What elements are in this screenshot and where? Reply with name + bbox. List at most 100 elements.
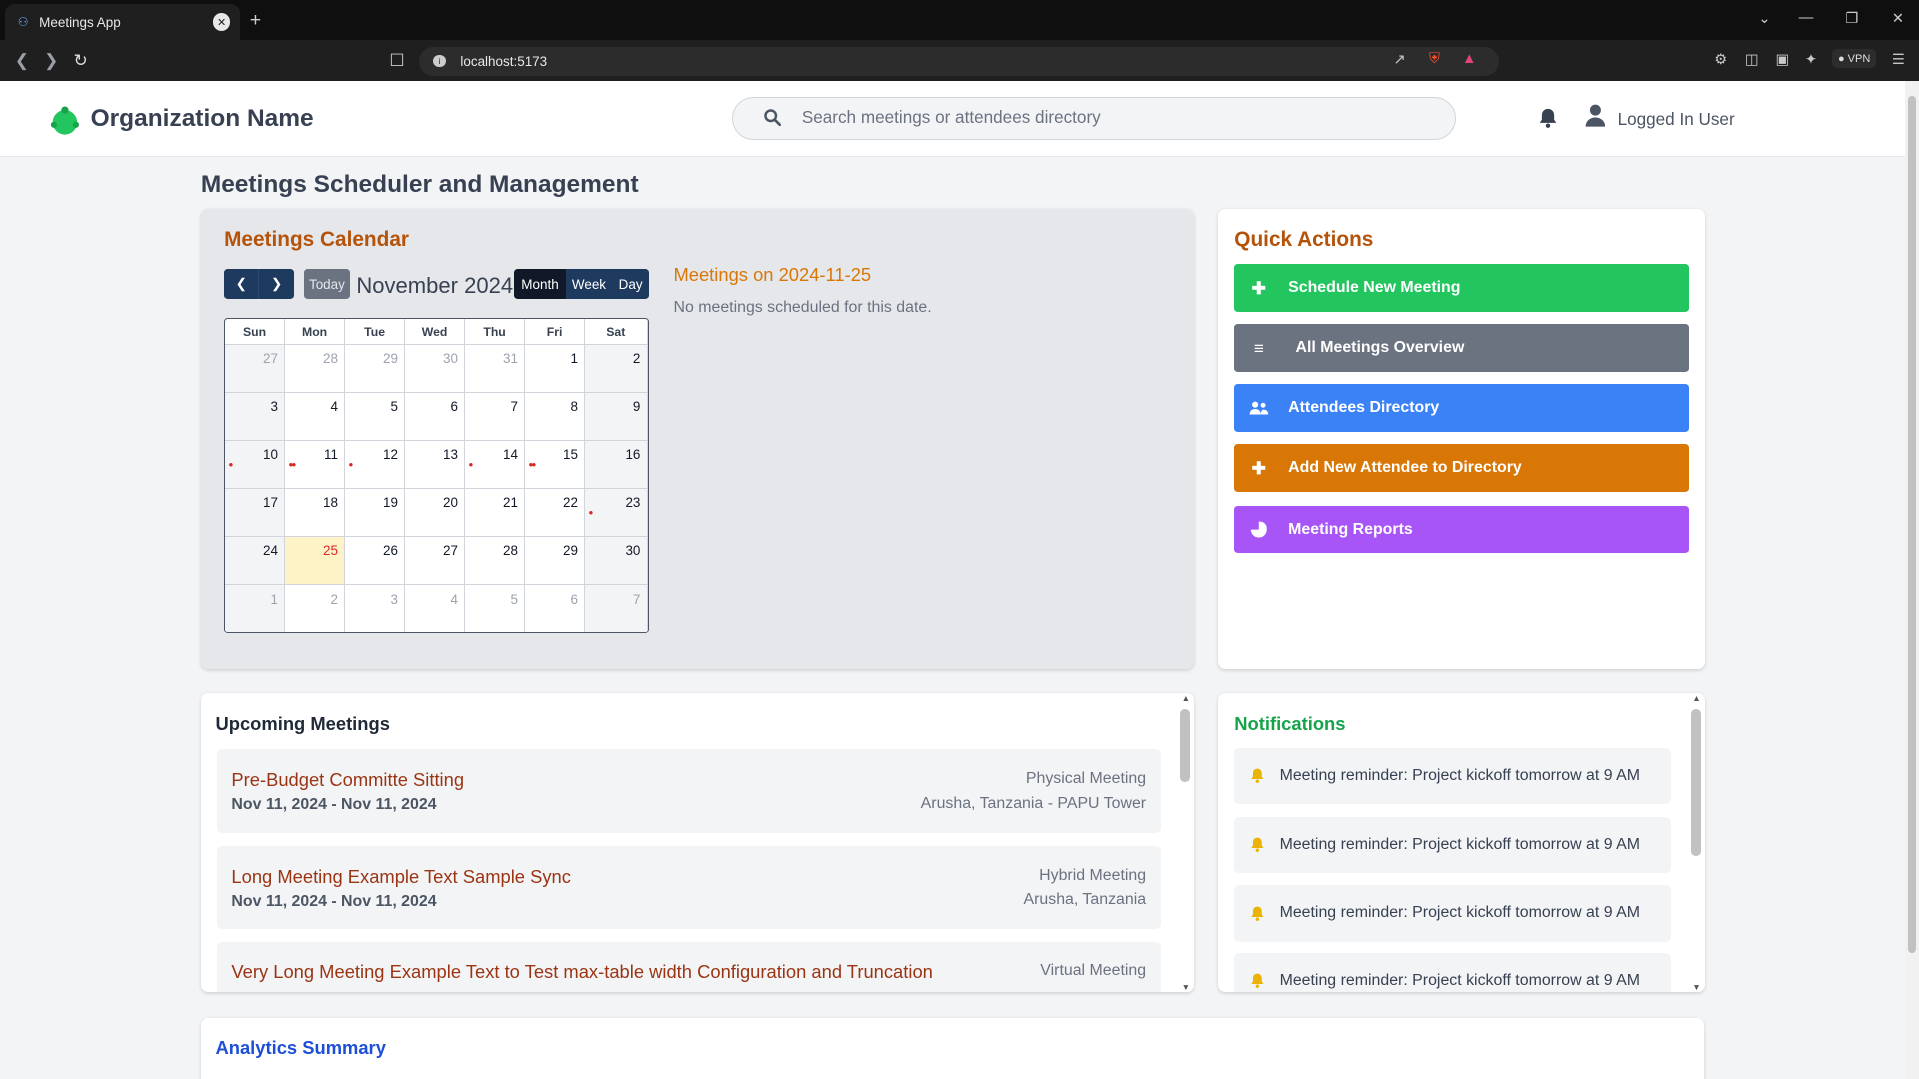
upcoming-scrollbar-thumb[interactable] bbox=[1180, 708, 1191, 783]
scroll-down-arrow-icon[interactable]: ▼ bbox=[1182, 982, 1190, 992]
scroll-up-arrow-icon[interactable]: ▲ bbox=[1182, 693, 1190, 703]
scroll-up-arrow-icon[interactable]: ▲ bbox=[1692, 693, 1700, 703]
meeting-reports-button[interactable]: Meeting Reports bbox=[1234, 505, 1689, 554]
event-indicator-icon[interactable]: • bbox=[229, 458, 233, 472]
calendar-day-cell[interactable]: 7 bbox=[585, 584, 648, 633]
user-name[interactable]: Logged In User bbox=[1618, 109, 1735, 130]
calendar-day-cell[interactable]: 17 bbox=[225, 488, 286, 536]
scroll-down-arrow-icon[interactable]: ▼ bbox=[1692, 982, 1700, 992]
page-scrollbar[interactable] bbox=[1905, 80, 1919, 1079]
calendar-day-cell[interactable]: 13 bbox=[405, 440, 466, 488]
calendar-day-cell[interactable]: 1 bbox=[225, 584, 286, 633]
prev-month-button[interactable]: ❮ bbox=[224, 269, 259, 299]
event-indicator-icon[interactable]: •• bbox=[289, 458, 296, 472]
add-new-attendee-button[interactable]: ✚ Add New Attendee to Directory bbox=[1234, 444, 1689, 493]
calendar-day-cell[interactable]: 18 bbox=[285, 488, 346, 536]
event-indicator-icon[interactable]: • bbox=[349, 458, 353, 472]
calendar-day-cell[interactable]: 6 bbox=[525, 584, 586, 633]
calendar-day-cell[interactable]: 3 bbox=[345, 584, 406, 633]
notifications-bell-icon[interactable] bbox=[1537, 107, 1559, 129]
back-icon[interactable]: ❮ bbox=[15, 50, 29, 71]
calendar-day-cell[interactable]: 4 bbox=[285, 391, 346, 440]
share-icon[interactable]: ↗ bbox=[1393, 51, 1405, 68]
event-indicator-icon[interactable]: •• bbox=[529, 458, 536, 472]
calendar-day-cell[interactable]: 1 bbox=[525, 343, 586, 392]
notification-item[interactable]: Meeting reminder: Project kickoff tomorr… bbox=[1234, 748, 1672, 805]
browser-tab[interactable]: ⚇ Meetings App ✕ bbox=[4, 3, 240, 41]
calendar-day-cell[interactable]: 2 bbox=[285, 584, 346, 633]
calendar-day-cell[interactable]: 20 bbox=[405, 488, 466, 536]
all-meetings-overview-button[interactable]: ≡ All Meetings Overview bbox=[1234, 324, 1689, 373]
calendar-day-cell[interactable]: 19 bbox=[345, 488, 406, 536]
close-tab-icon[interactable]: ✕ bbox=[213, 13, 231, 31]
calendar-day-cell[interactable]: 7 bbox=[465, 391, 526, 440]
calendar-day-cell[interactable]: 4 bbox=[405, 584, 466, 633]
view-week-button[interactable]: Week bbox=[565, 269, 613, 299]
calendar-day-cell[interactable]: 21 bbox=[465, 488, 526, 536]
vpn-button[interactable]: ● VPN bbox=[1831, 48, 1877, 69]
notification-item[interactable]: Meeting reminder: Project kickoff tomorr… bbox=[1234, 816, 1672, 874]
calendar-day-cell[interactable]: 14 • bbox=[465, 440, 526, 488]
calendar-day-cell[interactable]: 31 bbox=[465, 343, 526, 392]
notifications-scrollbar-thumb[interactable] bbox=[1691, 708, 1701, 856]
search-input[interactable] bbox=[801, 97, 1439, 139]
today-button[interactable]: Today bbox=[303, 269, 351, 299]
close-window-icon[interactable]: ✕ bbox=[1892, 10, 1904, 27]
meeting-row[interactable]: Pre-Budget Committe Sitting Nov 11, 2024… bbox=[216, 749, 1161, 833]
calendar-day-cell[interactable]: 26 bbox=[345, 536, 406, 585]
wallet-icon[interactable]: ▣ bbox=[1776, 51, 1790, 68]
menu-icon[interactable]: ☰ bbox=[1892, 51, 1905, 68]
search-box[interactable] bbox=[732, 96, 1456, 140]
calendar-day-cell[interactable]: 30 bbox=[585, 536, 648, 585]
upcoming-scrollbar[interactable]: ▲ ▼ bbox=[1177, 693, 1193, 992]
new-tab-icon[interactable]: + bbox=[250, 9, 261, 32]
calendar-day-cell[interactable]: 5 bbox=[465, 584, 526, 633]
calendar-day-cell[interactable]: 27 bbox=[405, 536, 466, 585]
site-info-icon[interactable]: i bbox=[433, 55, 446, 68]
calendar-day-cell[interactable]: 28 bbox=[465, 536, 526, 585]
calendar-day-cell[interactable]: 29 bbox=[525, 536, 586, 585]
restore-icon[interactable]: ❐ bbox=[1845, 10, 1858, 27]
calendar-day-cell[interactable]: 28 bbox=[285, 343, 346, 392]
calendar-day-cell[interactable]: 9 bbox=[585, 391, 648, 440]
calendar-day-cell[interactable]: 15 •• bbox=[525, 440, 586, 488]
calendar-day-cell[interactable]: 27 bbox=[225, 343, 286, 392]
page-scrollbar-thumb[interactable] bbox=[1907, 95, 1917, 953]
brave-shield-icon[interactable]: ⛨ bbox=[1429, 51, 1440, 67]
attendees-directory-button[interactable]: Attendees Directory bbox=[1234, 384, 1689, 433]
view-day-button[interactable]: Day bbox=[612, 269, 649, 299]
calendar-day-cell[interactable]: 12 • bbox=[345, 440, 406, 488]
meeting-title[interactable]: Long Meeting Example Text Sample Sync bbox=[231, 866, 571, 888]
sidebar-icon[interactable]: ◫ bbox=[1745, 51, 1759, 68]
calendar-day-cell[interactable]: 11 •• bbox=[285, 440, 346, 488]
calendar-day-cell[interactable]: 3 bbox=[225, 391, 286, 440]
organization-name[interactable]: Organization Name bbox=[91, 105, 314, 133]
forward-icon[interactable]: ❯ bbox=[44, 50, 58, 71]
leo-ai-icon[interactable]: ✦ bbox=[1805, 51, 1817, 68]
view-month-button[interactable]: Month bbox=[514, 269, 566, 299]
calendar-day-cell[interactable]: 10 • bbox=[225, 440, 286, 488]
calendar-day-cell[interactable]: 16 bbox=[585, 440, 648, 488]
meeting-title[interactable]: Pre-Budget Committe Sitting bbox=[231, 769, 464, 791]
tab-search-icon[interactable]: ⌄ bbox=[1758, 10, 1770, 27]
event-indicator-icon[interactable]: • bbox=[469, 458, 473, 472]
calendar-day-cell[interactable]: 8 bbox=[525, 391, 586, 440]
extensions-icon[interactable]: ⚙ bbox=[1714, 51, 1727, 68]
notification-item[interactable]: Meeting reminder: Project kickoff tomorr… bbox=[1234, 885, 1672, 942]
address-bar[interactable]: i localhost:5173 bbox=[418, 46, 1499, 76]
calendar-day-cell[interactable]: 23 • bbox=[585, 488, 648, 536]
calendar-day-cell[interactable]: 24 bbox=[225, 536, 286, 585]
notification-item[interactable]: Meeting reminder: Project kickoff tomorr… bbox=[1234, 952, 1672, 992]
calendar-day-cell[interactable]: 30 bbox=[405, 343, 466, 392]
next-month-button[interactable]: ❯ bbox=[258, 269, 294, 299]
reload-icon[interactable]: ↻ bbox=[73, 50, 87, 71]
user-icon[interactable] bbox=[1585, 104, 1606, 127]
calendar-day-cell[interactable]: 6 bbox=[405, 391, 466, 440]
calendar-day-cell[interactable]: 2 bbox=[585, 343, 648, 392]
calendar-day-cell[interactable]: 5 bbox=[345, 391, 406, 440]
meeting-row[interactable]: Long Meeting Example Text Sample Sync No… bbox=[216, 846, 1161, 930]
calendar-day-cell[interactable]: 22 bbox=[525, 488, 586, 536]
event-indicator-icon[interactable]: • bbox=[589, 506, 593, 520]
notifications-scrollbar[interactable]: ▲ ▼ bbox=[1688, 693, 1704, 992]
minimize-icon[interactable]: — bbox=[1799, 10, 1814, 26]
